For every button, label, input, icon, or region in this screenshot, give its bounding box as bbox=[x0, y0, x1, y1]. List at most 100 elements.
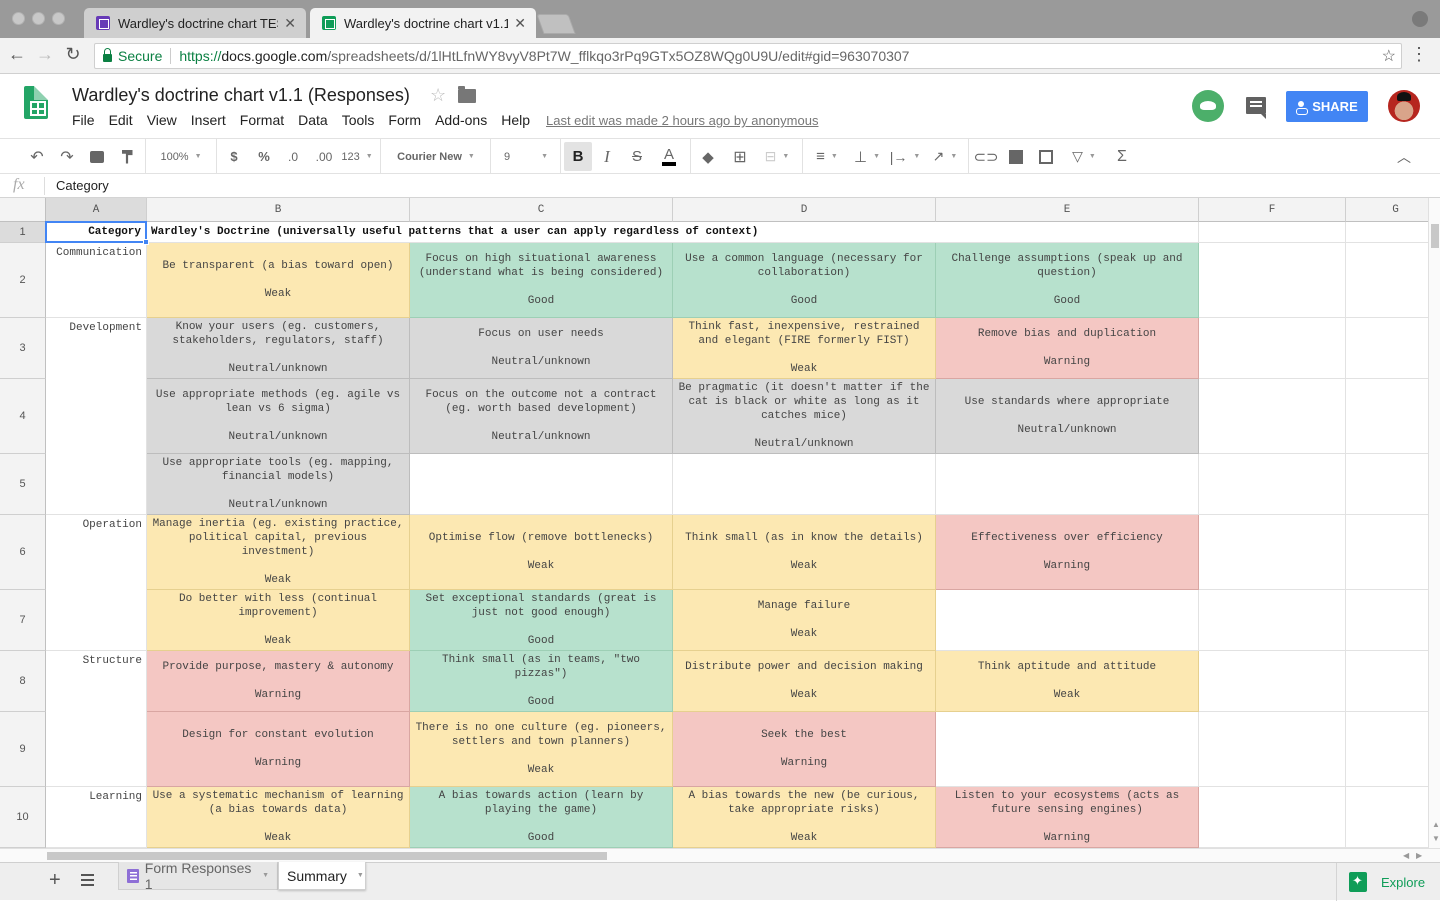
select-all-corner[interactable] bbox=[0, 198, 46, 222]
category-cell[interactable]: Communication bbox=[46, 243, 147, 318]
window-close-button[interactable] bbox=[12, 12, 25, 25]
insert-comment-icon[interactable] bbox=[1006, 139, 1026, 174]
browser-tab-sheets[interactable]: Wardley's doctrine chart v1.1 (R ✕ bbox=[310, 8, 536, 38]
doctrine-cell[interactable]: Provide purpose, mastery & autonomy Warni… bbox=[147, 651, 410, 712]
menu-edit[interactable]: Edit bbox=[109, 112, 133, 128]
formula-input[interactable]: Category bbox=[56, 178, 109, 193]
doctrine-cell[interactable]: Use standards where appropriate Neutral/u… bbox=[936, 379, 1199, 454]
zoom-select[interactable]: 100% ▼ bbox=[152, 139, 210, 174]
all-sheets-icon[interactable] bbox=[81, 874, 94, 886]
back-icon[interactable]: ← bbox=[6, 44, 28, 65]
currency-format-button[interactable]: $ bbox=[224, 139, 244, 174]
empty-cell[interactable] bbox=[1346, 379, 1428, 454]
doctrine-cell[interactable]: Set exceptional standards (great is just… bbox=[410, 590, 673, 651]
doctrine-cell[interactable]: Do better with less (continual improveme… bbox=[147, 590, 410, 651]
redo-icon[interactable]: ↷ bbox=[56, 139, 78, 174]
empty-cell[interactable] bbox=[1346, 515, 1428, 590]
empty-cell[interactable] bbox=[1346, 454, 1428, 515]
close-tab-icon[interactable]: ✕ bbox=[284, 15, 296, 32]
decrease-decimal-button[interactable]: .0 bbox=[282, 139, 304, 174]
empty-cell[interactable] bbox=[936, 454, 1199, 515]
doctrine-cell[interactable]: Focus on the outcome not a contract (eg.… bbox=[410, 379, 673, 454]
print-icon[interactable] bbox=[86, 139, 108, 174]
percent-format-button[interactable]: % bbox=[254, 139, 274, 174]
doctrine-cell[interactable]: Be transparent (a bias toward open) Weak bbox=[147, 243, 410, 318]
empty-cell[interactable] bbox=[46, 379, 147, 454]
anonymous-viewer-avatar[interactable] bbox=[1192, 90, 1224, 122]
category-cell[interactable]: Learning bbox=[46, 787, 147, 848]
italic-button[interactable]: I bbox=[596, 139, 618, 174]
doctrine-cell[interactable]: Distribute power and decision making Weak bbox=[673, 651, 936, 712]
sheet-tab-summary[interactable]: Summary ▼ bbox=[278, 862, 366, 890]
increase-decimal-button[interactable]: .00 bbox=[311, 139, 337, 174]
doctrine-cell[interactable]: Focus on high situational awareness (und… bbox=[410, 243, 673, 318]
empty-cell[interactable] bbox=[1199, 787, 1346, 848]
text-rotation-icon[interactable]: ↗ ▼ bbox=[928, 139, 962, 174]
doctrine-cell[interactable]: Challenge assumptions (speak up and ques… bbox=[936, 243, 1199, 318]
doctrine-cell[interactable]: Know your users (eg. customers, stakehol… bbox=[147, 318, 410, 379]
menu-tools[interactable]: Tools bbox=[342, 112, 375, 128]
menu-help[interactable]: Help bbox=[501, 112, 530, 128]
menu-insert[interactable]: Insert bbox=[191, 112, 226, 128]
menu-addons[interactable]: Add-ons bbox=[435, 112, 487, 128]
empty-cell[interactable] bbox=[1346, 590, 1428, 651]
scroll-left-icon[interactable]: ◀ bbox=[1403, 851, 1409, 860]
doctrine-cell[interactable]: Use a systematic mechanism of learning (… bbox=[147, 787, 410, 848]
doctrine-cell[interactable]: Focus on user needs Neutral/unknown bbox=[410, 318, 673, 379]
empty-cell[interactable] bbox=[410, 454, 673, 515]
doctrine-cell[interactable]: A bias towards the new (be curious, take… bbox=[673, 787, 936, 848]
font-size-select[interactable]: 9 ▼ bbox=[498, 139, 554, 174]
row-header-9[interactable]: 9 bbox=[0, 712, 46, 787]
browser-menu-icon[interactable]: ⋮ bbox=[1410, 44, 1428, 65]
empty-cell[interactable] bbox=[673, 454, 936, 515]
row-header-4[interactable]: 4 bbox=[0, 379, 46, 454]
doctrine-cell[interactable]: A bias towards action (learn by playing … bbox=[410, 787, 673, 848]
row-header-5[interactable]: 5 bbox=[0, 454, 46, 515]
empty-cell[interactable] bbox=[1199, 515, 1346, 590]
window-minimize-button[interactable] bbox=[32, 12, 45, 25]
font-select[interactable]: Courier New ▼ bbox=[388, 139, 484, 174]
column-header-b[interactable]: B bbox=[147, 198, 410, 222]
fill-color-icon[interactable]: ◆ bbox=[698, 139, 718, 174]
doctrine-cell[interactable]: Use a common language (necessary for col… bbox=[673, 243, 936, 318]
menu-view[interactable]: View bbox=[147, 112, 177, 128]
scroll-up-icon[interactable]: ▲ bbox=[1432, 820, 1440, 829]
star-icon[interactable]: ☆ bbox=[430, 85, 446, 106]
empty-cell[interactable] bbox=[1199, 243, 1346, 318]
empty-cell[interactable] bbox=[1346, 651, 1428, 712]
doctrine-cell[interactable]: Remove bias and duplication Warning bbox=[936, 318, 1199, 379]
doctrine-cell[interactable]: Think small (as in teams, "two pizzas") G… bbox=[410, 651, 673, 712]
sheets-logo-icon[interactable] bbox=[24, 86, 48, 119]
sheet-tab-form-responses[interactable]: Form Responses 1 ▼ bbox=[118, 860, 278, 892]
row-header-3[interactable]: 3 bbox=[0, 318, 46, 379]
doctrine-cell[interactable]: Manage failure Weak bbox=[673, 590, 936, 651]
doctrine-cell[interactable]: Use appropriate tools (eg. mapping, fina… bbox=[147, 454, 410, 515]
folder-icon[interactable] bbox=[458, 86, 476, 103]
doctrine-cell[interactable]: Use appropriate methods (eg. agile vs le… bbox=[147, 379, 410, 454]
empty-cell[interactable] bbox=[46, 590, 147, 651]
doctrine-cell[interactable]: Effectiveness over efficiency Warning bbox=[936, 515, 1199, 590]
empty-cell[interactable] bbox=[1199, 590, 1346, 651]
filter-icon[interactable]: ▽ ▼ bbox=[1066, 139, 1102, 174]
doctrine-cell[interactable]: Design for constant evolution Warning bbox=[147, 712, 410, 787]
address-bar[interactable]: Secure https://docs.google.com/spreadshe… bbox=[94, 43, 1402, 69]
merge-cells-icon[interactable]: ⊟ ▼ bbox=[760, 139, 794, 174]
doctrine-cell[interactable]: Listen to your ecosystems (acts as futur… bbox=[936, 787, 1199, 848]
column-header-g[interactable]: G bbox=[1346, 198, 1428, 222]
doctrine-cell[interactable]: Think small (as in know the details) Weak bbox=[673, 515, 936, 590]
user-avatar[interactable] bbox=[1388, 90, 1420, 122]
new-tab-button[interactable] bbox=[536, 14, 576, 34]
empty-cell[interactable] bbox=[1346, 243, 1428, 318]
collapse-toolbar-icon[interactable]: ︿ bbox=[1394, 139, 1414, 174]
column-header-c[interactable]: C bbox=[410, 198, 673, 222]
category-cell[interactable]: Operation bbox=[46, 515, 147, 590]
menu-data[interactable]: Data bbox=[298, 112, 328, 128]
borders-icon[interactable]: ⊞ bbox=[730, 139, 750, 174]
functions-icon[interactable]: Σ bbox=[1112, 139, 1132, 174]
menu-file[interactable]: File bbox=[72, 112, 95, 128]
spreadsheet-grid[interactable]: A B C D E F G 1 2 3 4 5 6 7 8 9 10 Category Wardley's Doct… bbox=[0, 198, 1428, 848]
horizontal-align-icon[interactable]: ≡ ▼ bbox=[810, 139, 844, 174]
empty-cell[interactable] bbox=[1199, 222, 1346, 243]
empty-cell[interactable] bbox=[1199, 454, 1346, 515]
bookmark-star-icon[interactable]: ☆ bbox=[1382, 46, 1396, 66]
